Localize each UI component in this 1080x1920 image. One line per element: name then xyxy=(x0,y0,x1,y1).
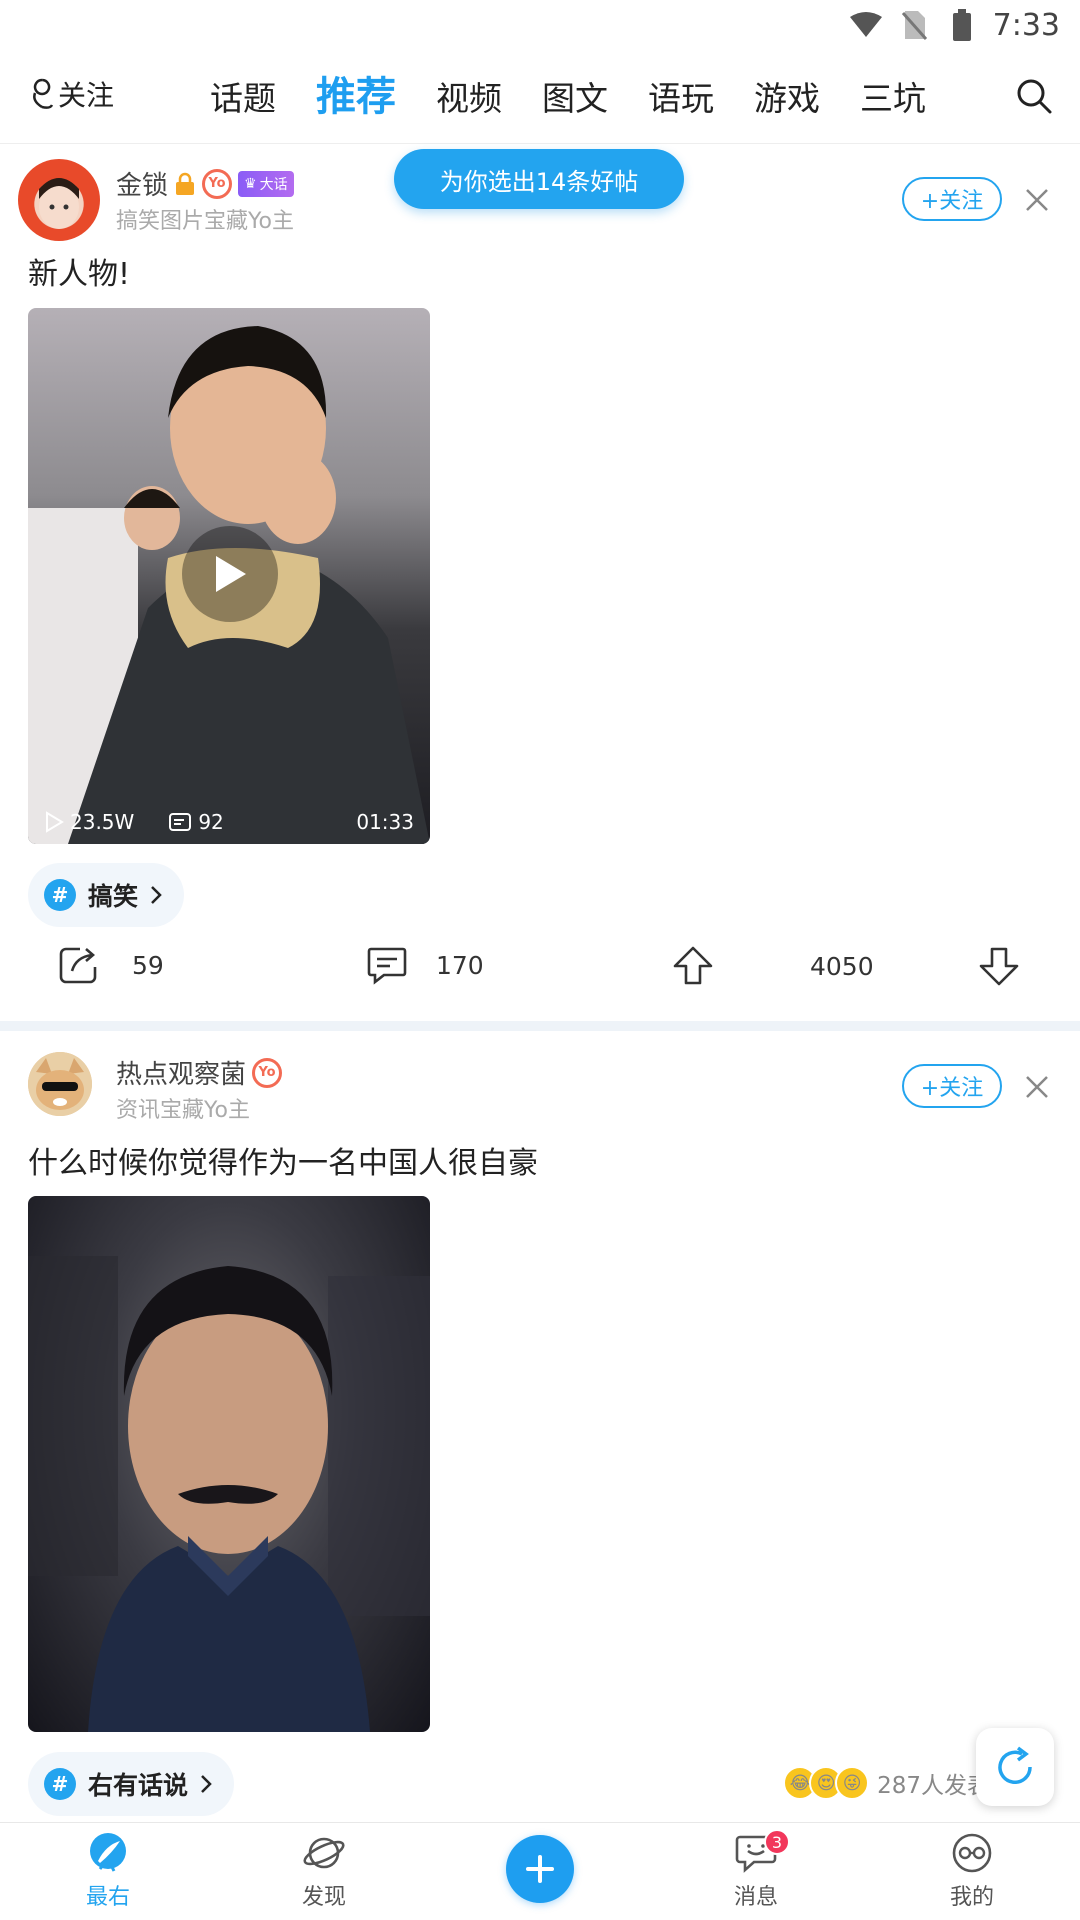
topic-chip[interactable]: # 右有话说 xyxy=(28,1752,235,1816)
post-text: 什么时候你觉得作为一名中国人很自豪 xyxy=(28,1146,538,1181)
topic-label: 搞笑 xyxy=(88,882,139,911)
planet-icon xyxy=(303,1837,345,1869)
follow-feed-link[interactable]: 关注 xyxy=(30,74,114,114)
reactions-text: 287人发表 xyxy=(877,1773,990,1799)
vip-badge: ♛ 大话 xyxy=(238,170,294,197)
close-icon[interactable] xyxy=(1024,1074,1050,1100)
close-icon[interactable] xyxy=(1024,187,1050,213)
feed-tabs: 话题 推荐 视频 图文 语玩 游戏 三坑 xyxy=(210,64,926,122)
danmaku-count-value: 92 xyxy=(198,810,224,834)
tab-image-text[interactable]: 图文 xyxy=(542,72,608,120)
play-count-value: 23.5W xyxy=(70,810,135,834)
tab-recommend[interactable]: 推荐 xyxy=(316,64,396,122)
create-post-button[interactable] xyxy=(506,1835,574,1903)
avatar[interactable] xyxy=(28,1052,92,1116)
comment-button[interactable]: 170 xyxy=(366,945,484,985)
follow-feed-label: 关注 xyxy=(58,79,115,112)
video-thumbnail[interactable]: 23.5W 92 01:33 xyxy=(28,308,430,844)
video-duration: 01:33 xyxy=(356,810,414,834)
status-bar: 7:33 xyxy=(0,0,1080,50)
post-divider xyxy=(0,1021,1080,1031)
nav-messages-label: 消息 xyxy=(733,1885,778,1910)
author-name-row: 热点观察菌 Yo xyxy=(116,1054,283,1091)
nav-home-label: 最右 xyxy=(85,1885,130,1910)
no-sim-icon xyxy=(897,8,931,42)
play-icon xyxy=(216,556,246,592)
plus-icon xyxy=(526,1855,554,1883)
nav-discover-label: 发现 xyxy=(301,1885,346,1910)
reactions-summary[interactable]: 😂 😍 😜 287人发表 xyxy=(783,1766,990,1800)
upvote-count: 4050 xyxy=(810,951,874,981)
silly-emoji-icon: 😜 xyxy=(835,1766,870,1800)
tab-voice[interactable]: 语玩 xyxy=(648,72,714,120)
share-button[interactable]: 59 xyxy=(58,945,164,985)
author-name[interactable]: 金锁 xyxy=(116,165,168,202)
nav-profile[interactable]: 我的 xyxy=(912,1831,1032,1911)
nav-profile-label: 我的 xyxy=(949,1885,994,1910)
nav-discover[interactable]: 发现 xyxy=(264,1831,384,1911)
refresh-button[interactable] xyxy=(976,1728,1054,1806)
lock-icon xyxy=(176,172,195,195)
chevron-right-icon xyxy=(151,886,162,904)
play-count: 23.5W xyxy=(44,810,134,834)
danmaku-icon xyxy=(169,813,192,831)
zuiyou-logo-icon xyxy=(90,1833,126,1872)
comment-count: 170 xyxy=(436,950,484,980)
downvote-button[interactable] xyxy=(978,945,1020,987)
post-text: 新人物! xyxy=(28,257,131,292)
tab-topics[interactable]: 话题 xyxy=(210,72,276,120)
chevron-right-icon xyxy=(201,1775,212,1793)
author-name[interactable]: 热点观察菌 xyxy=(116,1054,246,1091)
avatar[interactable] xyxy=(18,159,100,241)
upvote-button[interactable]: 4050 xyxy=(672,945,874,987)
play-button[interactable] xyxy=(182,526,278,622)
share-icon xyxy=(59,947,97,984)
play-outline-icon xyxy=(46,811,64,833)
video-stats: 23.5W 92 01:33 xyxy=(44,810,414,834)
status-time: 7:33 xyxy=(992,7,1060,43)
wifi-icon xyxy=(849,8,883,42)
topic-label: 右有话说 xyxy=(88,1771,189,1800)
bottom-nav: 最右 发现 3 消息 我的 xyxy=(0,1822,1080,1920)
follow-button[interactable]: +关注 xyxy=(902,177,1002,221)
hashtag-icon: # xyxy=(44,1768,76,1800)
message-badge: 3 xyxy=(764,1829,790,1855)
danmaku-count: 92 xyxy=(168,810,224,834)
follow-button[interactable]: +关注 xyxy=(902,1064,1002,1108)
author-subtitle: 资讯宝藏Yo主 xyxy=(116,1098,250,1123)
reaction-emojis: 😂 😍 😜 xyxy=(783,1766,870,1800)
post-actions: 59 170 4050 xyxy=(0,945,1080,1005)
refresh-icon xyxy=(998,1746,1032,1784)
upvote-icon xyxy=(673,946,713,985)
battery-icon xyxy=(945,8,979,42)
tab-games[interactable]: 游戏 xyxy=(754,72,820,120)
yo-badge: Yo xyxy=(252,1057,283,1088)
profile-glasses-icon xyxy=(952,1833,992,1873)
nav-home[interactable]: 最右 xyxy=(48,1831,168,1911)
top-nav: 关注 话题 推荐 视频 图文 语玩 游戏 三坑 xyxy=(0,50,1080,144)
author-name-row: 金锁 Yo ♛ 大话 xyxy=(116,165,294,202)
search-icon[interactable] xyxy=(1014,76,1054,116)
vip-badge-label: 大话 xyxy=(259,176,288,193)
follow-person-icon xyxy=(33,78,54,109)
post-image[interactable] xyxy=(28,1196,430,1732)
hashtag-icon: # xyxy=(44,879,76,911)
share-count: 59 xyxy=(132,950,164,980)
topic-chip[interactable]: # 搞笑 xyxy=(28,863,185,927)
comment-icon xyxy=(367,947,407,985)
downvote-icon xyxy=(979,947,1019,986)
tab-video[interactable]: 视频 xyxy=(436,72,502,120)
author-subtitle: 搞笑图片宝藏Yo主 xyxy=(116,209,294,234)
tab-sankeng[interactable]: 三坑 xyxy=(860,72,926,120)
crown-icon: ♛ xyxy=(244,175,257,192)
yo-badge: Yo xyxy=(202,168,233,199)
recommend-toast: 为你选出14条好帖 xyxy=(394,149,684,209)
nav-messages[interactable]: 3 消息 xyxy=(696,1829,816,1911)
